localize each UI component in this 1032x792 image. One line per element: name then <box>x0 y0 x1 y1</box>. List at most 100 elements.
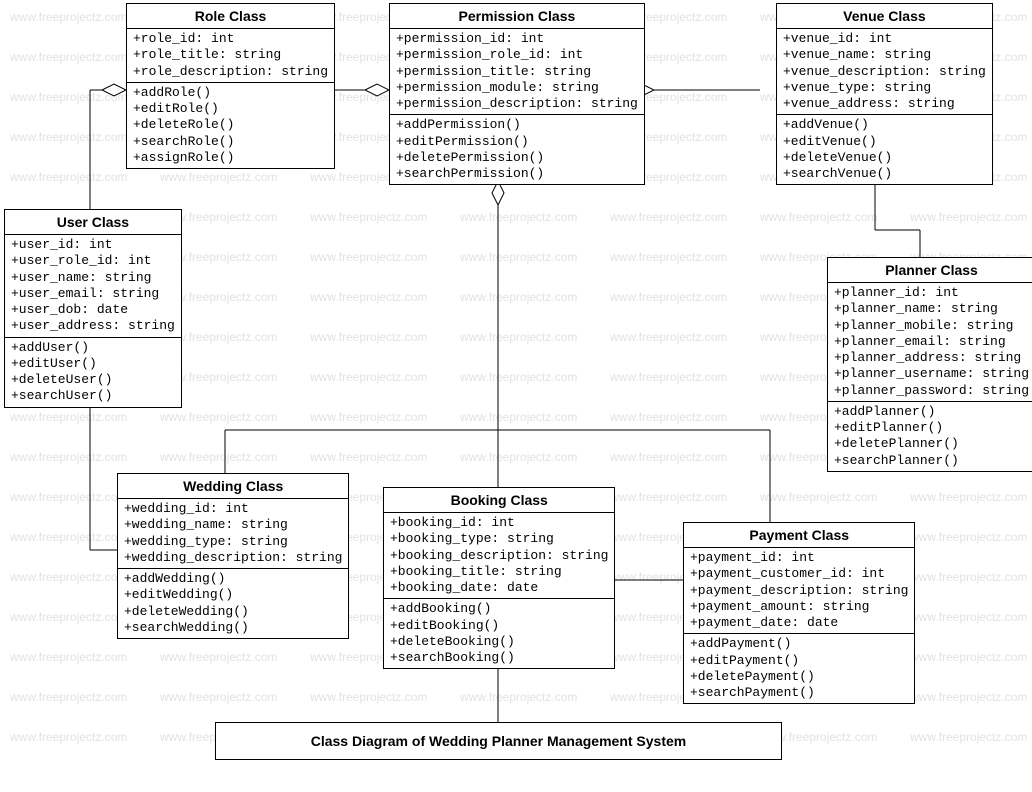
watermark: www.freeprojectz.com <box>610 330 727 344</box>
operations: +addRole()+editRole()+deleteRole()+searc… <box>127 83 334 168</box>
class-member: +booking_description: string <box>390 548 608 564</box>
watermark: www.freeprojectz.com <box>10 610 127 624</box>
class-member: +editUser() <box>11 356 175 372</box>
class-member: +deletePayment() <box>690 669 908 685</box>
operations: +addWedding()+editWedding()+deleteWeddin… <box>118 569 348 638</box>
class-member: +wedding_name: string <box>124 517 342 533</box>
class-member: +addPlanner() <box>834 404 1029 420</box>
wedding-class: Wedding Class +wedding_id: int+wedding_n… <box>117 473 349 639</box>
watermark: www.freeprojectz.com <box>610 370 727 384</box>
class-member: +role_description: string <box>133 64 328 80</box>
class-member: +venue_type: string <box>783 80 986 96</box>
watermark: www.freeprojectz.com <box>10 490 127 504</box>
watermark: www.freeprojectz.com <box>910 210 1027 224</box>
class-member: +editVenue() <box>783 134 986 150</box>
operations: +addBooking()+editBooking()+deleteBookin… <box>384 599 614 668</box>
watermark: www.freeprojectz.com <box>610 490 727 504</box>
class-member: +permission_description: string <box>396 96 638 112</box>
diagram-caption: Class Diagram of Wedding Planner Managem… <box>215 722 782 760</box>
watermark: www.freeprojectz.com <box>310 690 427 704</box>
watermark: www.freeprojectz.com <box>310 210 427 224</box>
class-member: +booking_type: string <box>390 531 608 547</box>
watermark: www.freeprojectz.com <box>10 570 127 584</box>
class-member: +booking_date: date <box>390 580 608 596</box>
class-member: +booking_id: int <box>390 515 608 531</box>
class-member: +addBooking() <box>390 601 608 617</box>
planner-class: Planner Class +planner_id: int+planner_n… <box>827 257 1032 472</box>
watermark: www.freeprojectz.com <box>460 330 577 344</box>
class-member: +addPayment() <box>690 636 908 652</box>
class-member: +payment_customer_id: int <box>690 566 908 582</box>
class-member: +assignRole() <box>133 150 328 166</box>
watermark: www.freeprojectz.com <box>610 410 727 424</box>
watermark: www.freeprojectz.com <box>10 50 127 64</box>
class-member: +searchWedding() <box>124 620 342 636</box>
class-member: +wedding_description: string <box>124 550 342 566</box>
permission-class: Permission Class +permission_id: int+per… <box>389 3 645 185</box>
watermark: www.freeprojectz.com <box>610 210 727 224</box>
class-member: +venue_id: int <box>783 31 986 47</box>
watermark: www.freeprojectz.com <box>910 730 1027 744</box>
class-member: +deletePermission() <box>396 150 638 166</box>
class-member: +planner_address: string <box>834 350 1029 366</box>
class-title: Role Class <box>127 4 334 29</box>
class-member: +addWedding() <box>124 571 342 587</box>
class-member: +searchPermission() <box>396 166 638 182</box>
watermark: www.freeprojectz.com <box>160 650 277 664</box>
watermark: www.freeprojectz.com <box>310 410 427 424</box>
watermark: www.freeprojectz.com <box>910 650 1027 664</box>
attributes: +role_id: int+role_title: string+role_de… <box>127 29 334 83</box>
class-title: Booking Class <box>384 488 614 513</box>
class-member: +permission_module: string <box>396 80 638 96</box>
class-member: +deleteBooking() <box>390 634 608 650</box>
class-member: +wedding_id: int <box>124 501 342 517</box>
class-title: Permission Class <box>390 4 644 29</box>
watermark: www.freeprojectz.com <box>460 250 577 264</box>
watermark: www.freeprojectz.com <box>910 530 1027 544</box>
class-member: +permission_role_id: int <box>396 47 638 63</box>
watermark: www.freeprojectz.com <box>160 170 277 184</box>
class-member: +deleteUser() <box>11 372 175 388</box>
class-member: +payment_description: string <box>690 583 908 599</box>
operations: +addPlanner()+editPlanner()+deletePlanne… <box>828 402 1032 471</box>
class-member: +user_id: int <box>11 237 175 253</box>
class-member: +permission_id: int <box>396 31 638 47</box>
watermark: www.freeprojectz.com <box>610 290 727 304</box>
watermark: www.freeprojectz.com <box>160 410 277 424</box>
attributes: +permission_id: int+permission_role_id: … <box>390 29 644 115</box>
operations: +addUser()+editUser()+deleteUser()+searc… <box>5 338 181 407</box>
class-member: +editPermission() <box>396 134 638 150</box>
attributes: +user_id: int+user_role_id: int+user_nam… <box>5 235 181 338</box>
class-member: +deletePlanner() <box>834 436 1029 452</box>
watermark: www.freeprojectz.com <box>10 730 127 744</box>
watermark: www.freeprojectz.com <box>10 530 127 544</box>
venue-class: Venue Class +venue_id: int+venue_name: s… <box>776 3 993 185</box>
watermark: www.freeprojectz.com <box>160 690 277 704</box>
watermark: www.freeprojectz.com <box>910 490 1027 504</box>
attributes: +planner_id: int+planner_name: string+pl… <box>828 283 1032 402</box>
class-member: +user_role_id: int <box>11 253 175 269</box>
class-member: +editPlanner() <box>834 420 1029 436</box>
class-member: +searchPlanner() <box>834 453 1029 469</box>
watermark: www.freeprojectz.com <box>10 10 127 24</box>
class-title: Wedding Class <box>118 474 348 499</box>
class-member: +booking_title: string <box>390 564 608 580</box>
class-member: +editBooking() <box>390 618 608 634</box>
class-member: +planner_username: string <box>834 366 1029 382</box>
class-member: +payment_id: int <box>690 550 908 566</box>
watermark: www.freeprojectz.com <box>10 410 127 424</box>
class-member: +wedding_type: string <box>124 534 342 550</box>
class-member: +permission_title: string <box>396 64 638 80</box>
watermark: www.freeprojectz.com <box>310 330 427 344</box>
class-member: +role_id: int <box>133 31 328 47</box>
user-class: User Class +user_id: int+user_role_id: i… <box>4 209 182 408</box>
class-member: +searchUser() <box>11 388 175 404</box>
watermark: www.freeprojectz.com <box>10 130 127 144</box>
class-member: +venue_name: string <box>783 47 986 63</box>
class-title: Planner Class <box>828 258 1032 283</box>
watermark: www.freeprojectz.com <box>460 210 577 224</box>
watermark: www.freeprojectz.com <box>460 410 577 424</box>
operations: +addPermission()+editPermission()+delete… <box>390 115 644 184</box>
class-member: +searchRole() <box>133 134 328 150</box>
watermark: www.freeprojectz.com <box>910 610 1027 624</box>
